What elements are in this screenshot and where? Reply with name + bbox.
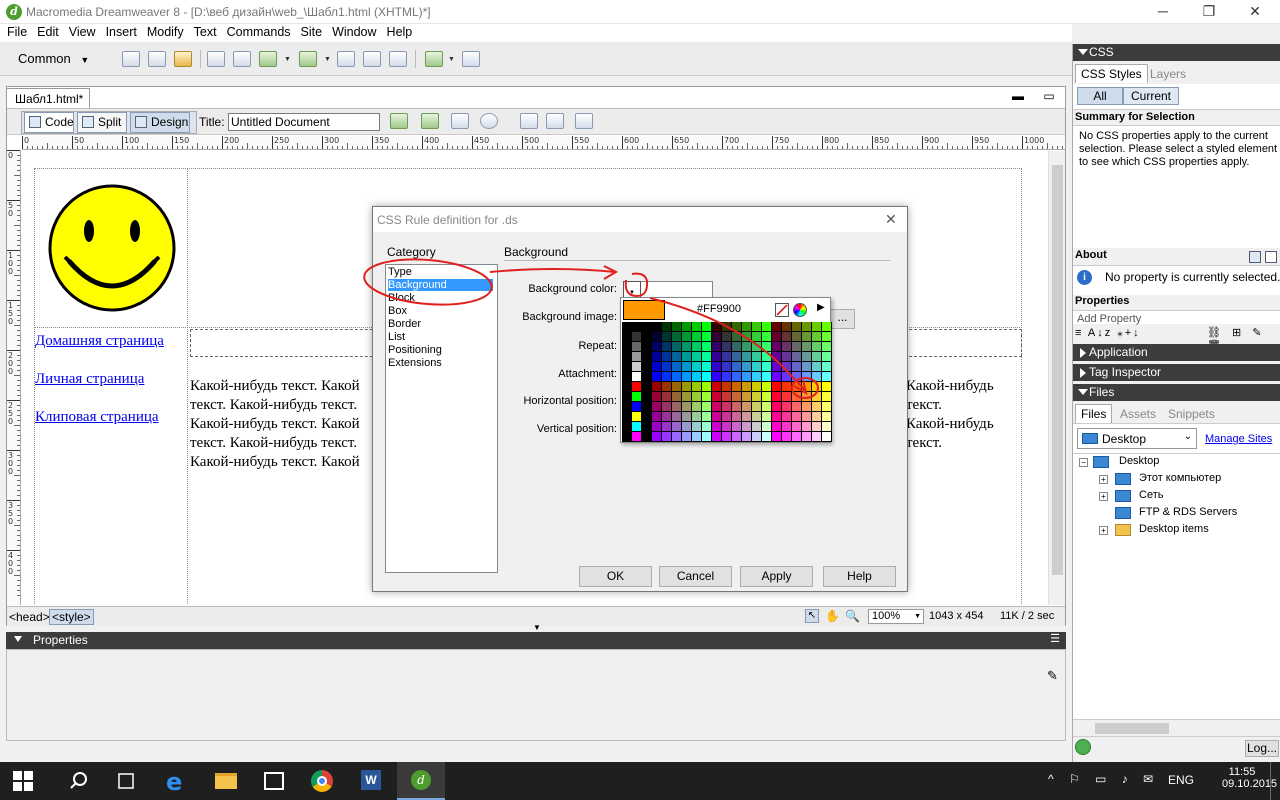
- annotation-overlay: [363, 258, 819, 399]
- tray-icons[interactable]: ^ ⚐ ▭ ♪ ✉: [1048, 772, 1159, 786]
- task-view-icon[interactable]: [102, 762, 150, 800]
- chrome-icon[interactable]: [298, 762, 346, 800]
- windows-start-icon[interactable]: [0, 762, 48, 800]
- input-language[interactable]: ENG: [1168, 773, 1194, 787]
- file-explorer-icon[interactable]: [202, 762, 250, 800]
- taskbar: e W d ^ ⚐ ▭ ♪ ✉ ENG 11:55 09.10.2015: [0, 762, 1280, 800]
- show-desktop-button[interactable]: [1270, 762, 1271, 800]
- word-icon[interactable]: W: [347, 762, 395, 800]
- clock[interactable]: 11:55 09.10.2015: [1222, 766, 1277, 790]
- dreamweaver-taskbar-icon[interactable]: d: [397, 762, 445, 800]
- edge-browser-icon[interactable]: e: [152, 762, 200, 800]
- search-icon[interactable]: [55, 762, 103, 800]
- store-icon[interactable]: [250, 762, 298, 800]
